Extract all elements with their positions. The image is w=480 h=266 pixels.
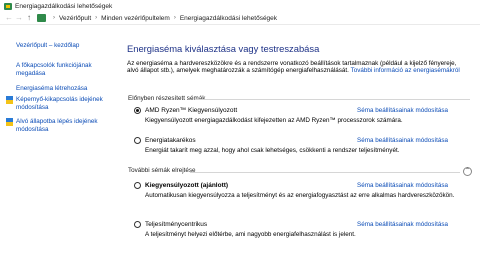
change-plan-settings-link[interactable]: Séma beállításainak módosítása: [357, 137, 448, 144]
plan-radio-power-saver[interactable]: [134, 137, 141, 144]
sidebar: Vezérlőpult – kezdőlap A főkapcsolók fun…: [0, 26, 118, 266]
plan-description: Automatikusan kiegyensúlyozza a teljesít…: [145, 192, 455, 199]
plan-name: Energiatakarékos: [145, 137, 196, 144]
change-plan-settings-link[interactable]: Séma beállításainak módosítása: [357, 107, 448, 114]
plan-balanced: Kiegyensúlyozott (ajánlott) Séma beállít…: [134, 181, 474, 200]
divider: [196, 99, 470, 100]
forward-icon[interactable]: →: [14, 13, 24, 23]
chevron-right-icon: ›: [53, 15, 55, 21]
sidebar-home-link[interactable]: Vezérlőpult – kezdőlap: [16, 42, 116, 50]
plan-name: Kiegyensúlyozott (ajánlott): [145, 182, 229, 189]
chevron-right-icon: ›: [95, 15, 98, 21]
change-plan-settings-link[interactable]: Séma beállításainak módosítása: [357, 221, 448, 228]
control-panel-icon: [37, 14, 46, 22]
sidebar-sleep-label: Alvó állapotba lépés idejének módosítása: [16, 118, 98, 133]
back-icon[interactable]: ←: [4, 13, 14, 23]
sidebar-display-off-link[interactable]: Képernyő-kikapcsolás idejének módosítása: [6, 96, 116, 112]
breadcrumb-power-options[interactable]: Energiagazdálkodási lehetőségek: [180, 15, 277, 22]
breadcrumb-all-items[interactable]: Minden vezérlőpultelem: [101, 15, 170, 22]
title-bar: Energiagazdálkodási lehetőségek: [0, 0, 480, 12]
plan-name: AMD Ryzen™ Kiegyensúlyozott: [145, 107, 238, 114]
address-bar: ← → ↑ › Vezérlőpult › Minden vezérlőpult…: [0, 12, 480, 25]
page-title: Energiaséma kiválasztása vagy testreszab…: [127, 43, 320, 54]
plan-amd-balanced: AMD Ryzen™ Kiegyensúlyozott Séma beállít…: [134, 106, 474, 125]
breadcrumb-control-panel[interactable]: Vezérlőpult: [59, 15, 91, 22]
breadcrumb: › Vezérlőpult › Minden vezérlőpultelem ›…: [49, 15, 277, 22]
plan-high-performance: Teljesítménycentrikus Séma beállításaina…: [134, 220, 474, 239]
more-info-link[interactable]: További információ az energiasémákról: [351, 67, 460, 74]
intro-text: Az energiaséma a hardvereszközökre és a …: [127, 60, 467, 75]
plan-radio-amd-balanced[interactable]: [134, 107, 141, 114]
divider: [190, 172, 460, 173]
plan-radio-high-performance[interactable]: [134, 221, 141, 228]
plan-description: Energiát takarít meg azzal, hogy ahol cs…: [145, 147, 400, 154]
plan-power-saver: Energiatakarékos Séma beállításainak mód…: [134, 136, 474, 155]
main-panel: Energiaséma kiválasztása vagy testreszab…: [124, 26, 474, 266]
plan-radio-balanced[interactable]: [134, 182, 141, 189]
window-title: Energiagazdálkodási lehetőségek: [15, 2, 113, 10]
collapse-icon[interactable]: ⌃: [463, 167, 472, 176]
shield-icon: [6, 96, 13, 104]
plan-description: A teljesítményt helyezi előtérbe, ami na…: [145, 231, 356, 238]
sidebar-display-off-label: Képernyő-kikapcsolás idejének módosítása: [16, 96, 103, 111]
up-icon[interactable]: ↑: [24, 13, 34, 23]
shield-icon: [6, 118, 13, 126]
sidebar-create-plan-link[interactable]: Energiaséma létrehozása: [16, 85, 116, 93]
sidebar-power-buttons-link[interactable]: A főkapcsolók funkciójának megadása: [16, 62, 116, 78]
power-options-icon: [4, 2, 12, 10]
plan-name: Teljesítménycentrikus: [145, 221, 208, 228]
sidebar-sleep-link[interactable]: Alvó állapotba lépés idejének módosítása: [6, 118, 116, 134]
plan-description: Kiegyensúlyozott energiagazdálkodást kif…: [145, 117, 403, 124]
preferred-plans-label: Előnyben részesített sémák: [128, 95, 206, 102]
chevron-right-icon: ›: [173, 15, 176, 21]
change-plan-settings-link[interactable]: Séma beállításainak módosítása: [357, 182, 448, 189]
more-plans-label: További sémák elrejtése: [128, 167, 196, 174]
